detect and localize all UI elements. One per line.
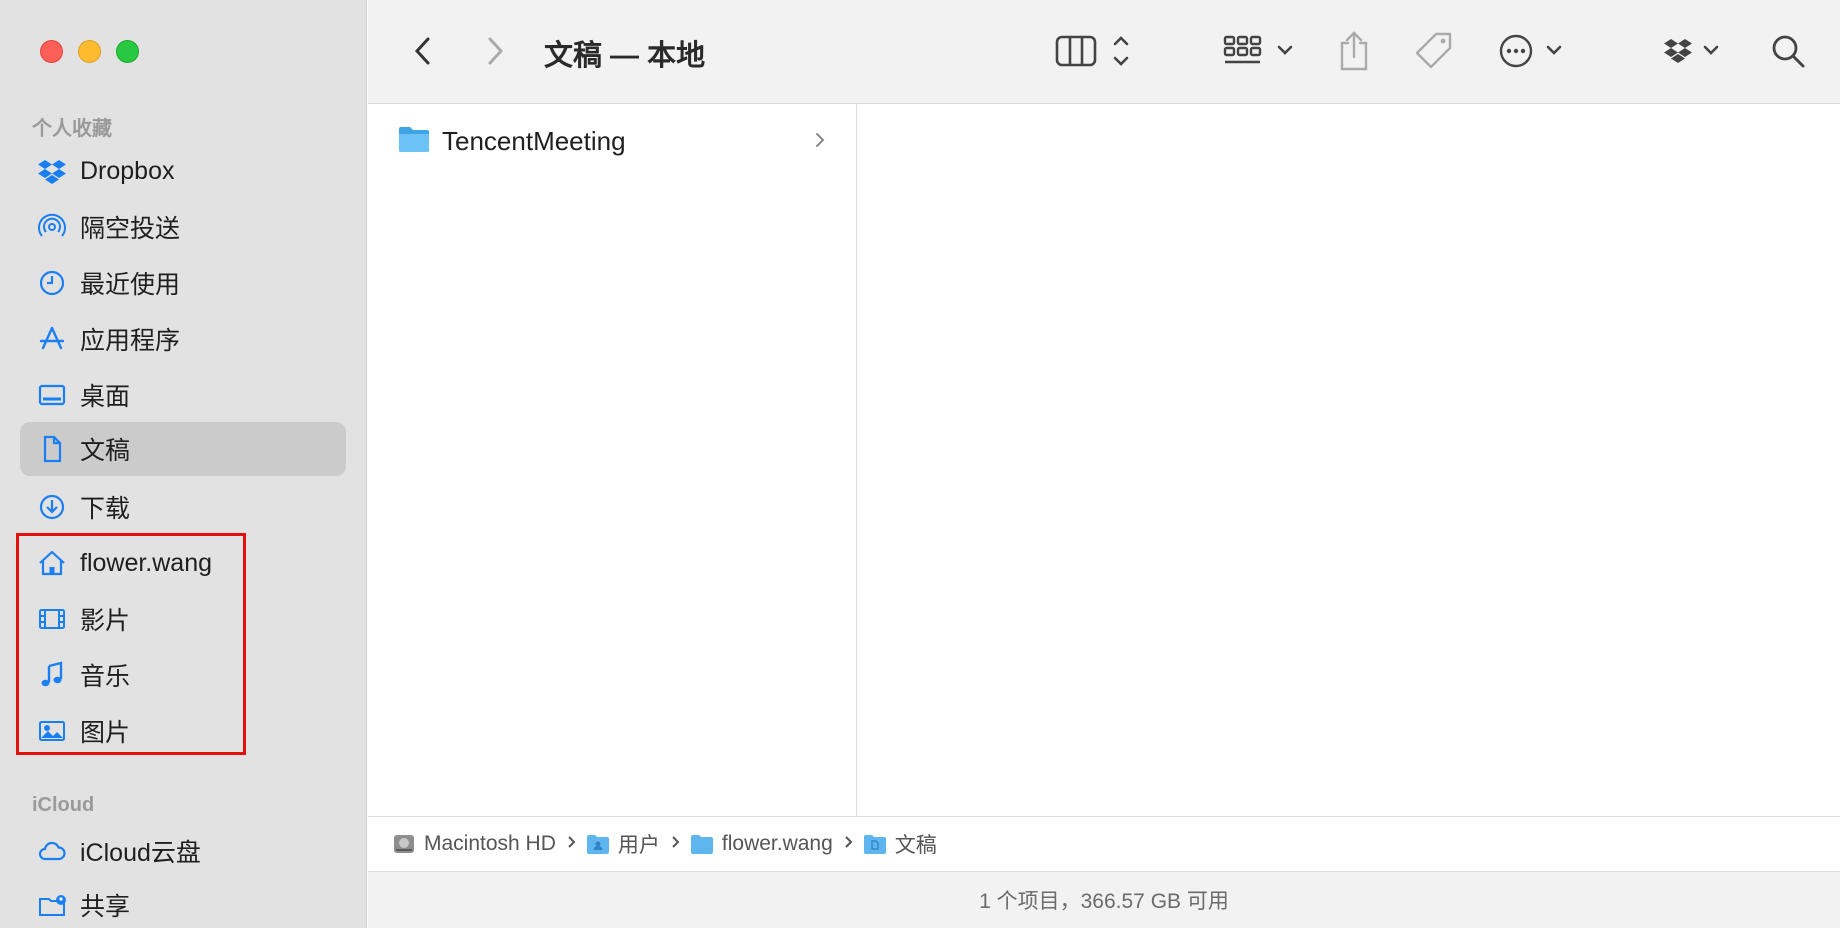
sidebar-item-icloud-drive[interactable]: iCloud云盘: [20, 824, 346, 878]
sidebar-item-label: 桌面: [80, 383, 131, 411]
film-icon: [36, 603, 68, 635]
file-name: TencentMeeting: [442, 125, 626, 156]
sidebar-item-movies[interactable]: 影片: [20, 592, 346, 646]
sidebar-item-label: 文稿: [80, 437, 131, 465]
path-crumb-users[interactable]: 用户: [586, 829, 660, 859]
sidebar-item-downloads[interactable]: 下载: [20, 480, 346, 534]
cloud-icon: [36, 835, 68, 867]
ellipsis-circle-icon: [1499, 34, 1562, 68]
sidebar-item-music[interactable]: 音乐: [20, 648, 346, 702]
sidebar-item-shared[interactable]: 共享: [20, 878, 346, 928]
chevron-right-icon: [670, 834, 680, 855]
sidebar-item-applications[interactable]: 应用程序: [20, 312, 346, 366]
sidebar-item-dropbox[interactable]: Dropbox: [20, 144, 346, 198]
sidebar-item-recents[interactable]: 最近使用: [20, 256, 346, 310]
sidebar-item-label: 音乐: [80, 663, 131, 691]
status-bar: 1 个项目，366.57 GB 可用: [368, 872, 1840, 928]
desktop-icon: [36, 379, 68, 411]
sidebar-item-label: 最近使用: [80, 271, 181, 299]
sidebar-item-label: 应用程序: [80, 327, 181, 355]
document-icon: [36, 433, 68, 465]
tag-icon: [1415, 32, 1452, 69]
hard-disk-icon: [394, 835, 414, 853]
users-folder-icon: [586, 835, 609, 854]
music-icon: [36, 659, 68, 691]
sidebar-item-label: 隔空投送: [80, 215, 181, 243]
favorites-section-title: 个人收藏: [32, 118, 112, 140]
dropbox-icon: [36, 155, 68, 187]
grid-icon: [1223, 35, 1293, 64]
toolbar: 文稿 — 本地: [368, 0, 1840, 104]
sidebar-item-label: 影片: [80, 607, 131, 635]
shared-folder-icon: [36, 889, 68, 921]
chevron-right-icon: [488, 37, 504, 65]
sidebar-item-label: flower.wang: [80, 548, 213, 577]
sidebar-item-home[interactable]: flower.wang: [20, 536, 346, 590]
download-icon: [36, 491, 68, 523]
sidebar-item-documents[interactable]: 文稿: [20, 422, 346, 476]
preview-column: [858, 104, 1840, 816]
chevron-left-icon: [414, 37, 430, 65]
sidebar-item-label: 共享: [80, 893, 131, 921]
sidebar-item-pictures[interactable]: 图片: [20, 704, 346, 758]
chevron-right-icon: [566, 834, 576, 855]
airdrop-icon: [36, 211, 68, 243]
forward-button[interactable]: [480, 28, 510, 74]
path-crumb-home[interactable]: flower.wang: [690, 832, 833, 856]
path-crumb-documents[interactable]: 文稿: [863, 829, 937, 859]
photo-icon: [36, 715, 68, 747]
list-item[interactable]: TencentMeeting: [398, 118, 826, 164]
clock-icon: [36, 267, 68, 299]
sidebar: 个人收藏 Dropbox 隔空投送 最近使用 应用程序 桌面 文稿 下载 flo…: [0, 0, 367, 928]
view-mode-button[interactable]: [1054, 28, 1138, 74]
more-actions-button[interactable]: [1498, 28, 1568, 74]
finder-window: 个人收藏 Dropbox 隔空投送 最近使用 应用程序 桌面 文稿 下载 flo…: [0, 0, 1840, 928]
back-button[interactable]: [408, 28, 438, 74]
column-view-icon: [1055, 35, 1129, 67]
sidebar-item-airdrop[interactable]: 隔空投送: [20, 200, 346, 254]
sidebar-item-label: 图片: [80, 719, 131, 747]
dropbox-icon: [1664, 39, 1719, 63]
tag-button[interactable]: [1412, 28, 1456, 74]
path-bar: Macintosh HD 用户 flower.wang 文稿: [368, 816, 1840, 872]
apps-icon: [36, 323, 68, 355]
file-column: TencentMeeting: [368, 104, 857, 816]
search-icon: [1772, 35, 1805, 68]
search-button[interactable]: [1766, 28, 1810, 74]
status-text: 1 个项目，366.57 GB 可用: [979, 890, 1229, 913]
zoom-button[interactable]: [116, 40, 139, 63]
share-button[interactable]: [1336, 28, 1372, 74]
group-button[interactable]: [1222, 28, 1298, 74]
window-title: 文稿 — 本地: [544, 40, 706, 72]
folder-icon: [398, 125, 430, 158]
home-icon: [36, 547, 68, 579]
dropbox-menu-button[interactable]: [1660, 28, 1730, 74]
chevron-right-icon: [843, 834, 853, 855]
documents-folder-icon: [863, 835, 886, 854]
sidebar-item-label: iCloud云盘: [80, 839, 201, 867]
sidebar-item-label: Dropbox: [80, 156, 175, 185]
close-button[interactable]: [40, 40, 63, 63]
chevron-right-icon: [814, 128, 826, 157]
path-crumb-macintosh-hd[interactable]: Macintosh HD: [392, 832, 556, 856]
icloud-section-title: iCloud: [32, 794, 95, 816]
sidebar-item-desktop[interactable]: 桌面: [20, 368, 346, 422]
folder-icon: [690, 835, 713, 854]
share-icon: [1340, 31, 1368, 71]
window-controls: [40, 40, 139, 63]
minimize-button[interactable]: [78, 40, 101, 63]
sidebar-item-label: 下载: [80, 495, 131, 523]
